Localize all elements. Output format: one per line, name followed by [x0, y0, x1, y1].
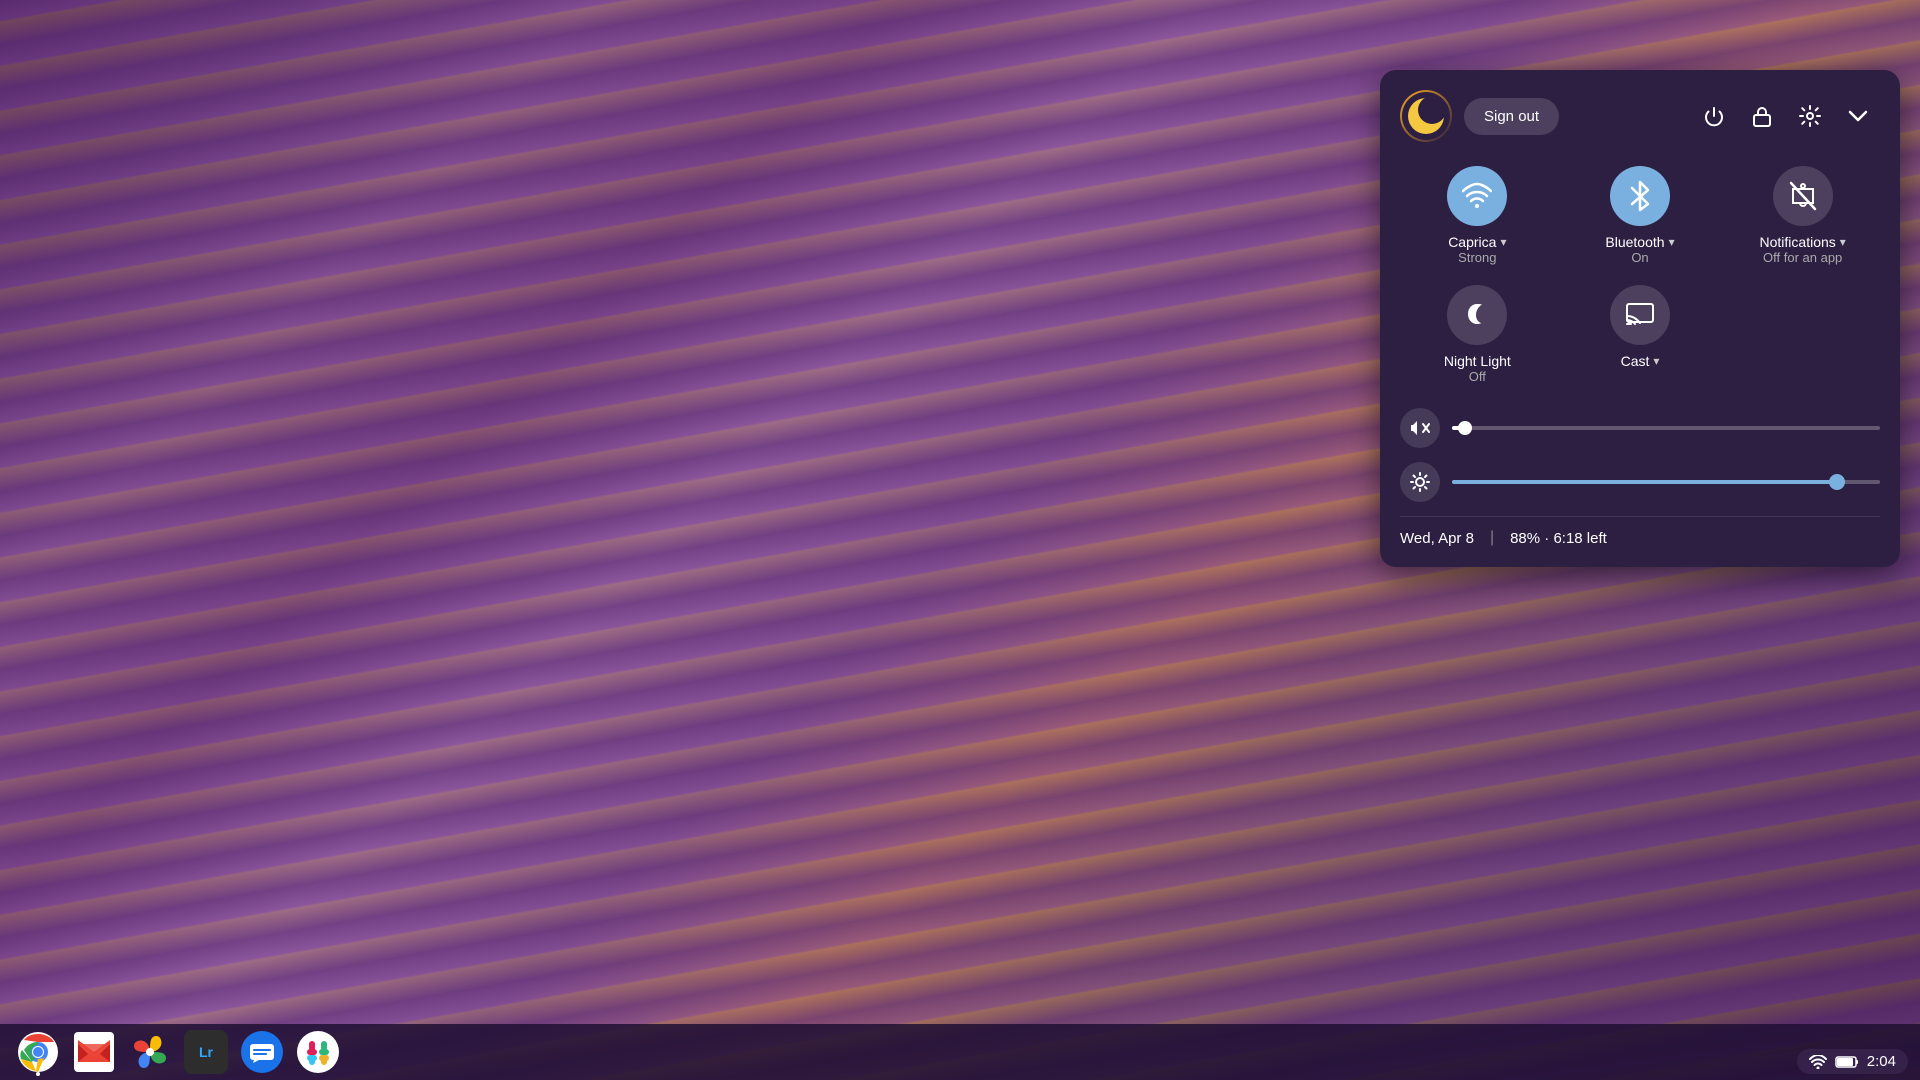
sign-out-button[interactable]: Sign out	[1464, 98, 1559, 135]
power-button[interactable]	[1692, 94, 1736, 138]
brightness-thumb[interactable]	[1829, 474, 1845, 490]
volume-mute-icon[interactable]	[1400, 408, 1440, 448]
cast-tile-icon	[1610, 285, 1670, 345]
night-light-tile-icon	[1447, 285, 1507, 345]
wifi-tile[interactable]: Caprica ▾ Strong	[1400, 166, 1555, 265]
brightness-fill	[1452, 480, 1837, 484]
tray-time: 2:04	[1867, 1053, 1896, 1070]
app-messages[interactable]	[240, 1030, 284, 1074]
avatar[interactable]	[1400, 90, 1452, 142]
taskbar: Lr	[0, 1024, 1920, 1080]
night-light-tile[interactable]: Night Light Off	[1400, 285, 1555, 384]
notifications-tile-icon	[1773, 166, 1833, 226]
tray-battery-icon	[1835, 1055, 1859, 1069]
cast-tile[interactable]: Cast ▾	[1563, 285, 1718, 384]
settings-button[interactable]	[1788, 94, 1832, 138]
volume-slider-row	[1400, 408, 1880, 448]
empty-tile	[1725, 285, 1880, 384]
quick-settings-panel: Sign out	[1380, 70, 1900, 567]
bluetooth-label: Bluetooth ▾ On	[1605, 234, 1674, 265]
quick-tiles-row2: Night Light Off Cast ▾	[1400, 285, 1880, 384]
system-tray[interactable]: 2:04	[1797, 1049, 1908, 1074]
panel-footer: Wed, Apr 8 | 88% · 6:18 left	[1400, 516, 1880, 547]
notifications-label: Notifications ▾ Off for an app	[1760, 234, 1846, 265]
brightness-icon[interactable]	[1400, 462, 1440, 502]
app-lightroom[interactable]: Lr	[184, 1030, 228, 1074]
app-chrome[interactable]	[16, 1030, 60, 1074]
app-photos[interactable]	[128, 1030, 172, 1074]
cast-label: Cast ▾	[1621, 353, 1660, 369]
header-icons	[1692, 94, 1880, 138]
wifi-tile-icon	[1447, 166, 1507, 226]
quick-tiles-row1: Caprica ▾ Strong Bluetooth ▾ On	[1400, 166, 1880, 265]
panel-header: Sign out	[1400, 90, 1880, 142]
footer-date: Wed, Apr 8	[1400, 530, 1474, 547]
wifi-label: Caprica ▾ Strong	[1448, 234, 1506, 265]
bluetooth-tile[interactable]: Bluetooth ▾ On	[1563, 166, 1718, 265]
notifications-tile[interactable]: Notifications ▾ Off for an app	[1725, 166, 1880, 265]
collapse-button[interactable]	[1836, 94, 1880, 138]
brightness-slider-row	[1400, 462, 1880, 502]
volume-slider[interactable]	[1452, 426, 1880, 430]
bluetooth-tile-icon	[1610, 166, 1670, 226]
app-slack[interactable]	[296, 1030, 340, 1074]
app-active-indicator	[36, 1072, 40, 1076]
brightness-slider[interactable]	[1452, 480, 1880, 484]
app-gmail[interactable]	[72, 1030, 116, 1074]
tray-wifi-icon	[1809, 1055, 1827, 1069]
night-light-label: Night Light Off	[1444, 353, 1511, 384]
lock-button[interactable]	[1740, 94, 1784, 138]
footer-battery: 88% · 6:18 left	[1510, 530, 1607, 547]
volume-thumb[interactable]	[1458, 421, 1472, 435]
